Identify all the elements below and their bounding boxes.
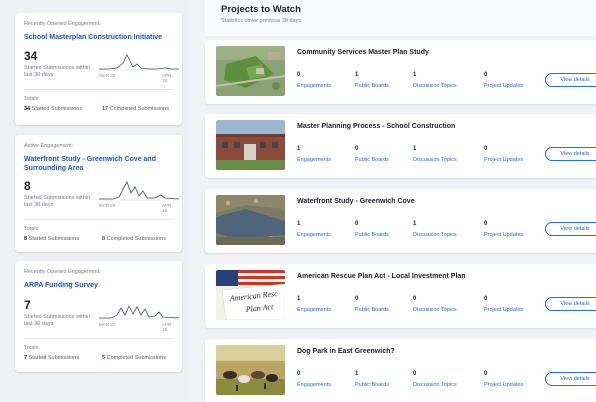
stat-engagements[interactable]: 1 Engagements	[297, 221, 331, 238]
totals-row: 7 Started Submissions 5 Completed Submis…	[24, 355, 173, 369]
sparkline-end-tick: APR 18	[162, 203, 172, 213]
school-building-image	[216, 120, 285, 170]
engagement-card[interactable]: Recently Opened Engagement: School Maste…	[15, 13, 182, 125]
engagement-card[interactable]: Recently Opened Engagement: ARPA Funding…	[15, 261, 182, 372]
metric-row: 7 Started Submissions within last 30 day…	[24, 298, 179, 338]
sparkline-chart	[99, 54, 179, 71]
project-thumbnail	[216, 195, 285, 245]
stat-project-updates[interactable]: 0 Project Updates	[484, 221, 523, 238]
stat-engagements[interactable]: 1 Engagements	[297, 296, 331, 313]
started-count-label: Started Submissions within last 30 days	[24, 195, 91, 208]
card-kicker: Active Engagement:	[24, 143, 74, 149]
stat-project-updates[interactable]: 0 Project Updates	[484, 72, 523, 89]
view-details-button[interactable]: View details	[545, 73, 596, 87]
view-details-button[interactable]: View details	[545, 372, 596, 386]
sparkline-end-tick: APR 18	[162, 73, 172, 83]
total-started-label: Started Submissions	[28, 236, 80, 242]
total-completed: 8	[102, 236, 106, 242]
stat-public-boards[interactable]: 0 Public Boards	[355, 296, 389, 313]
dog-park-image	[216, 345, 285, 395]
view-details-button[interactable]: View details	[545, 297, 596, 311]
page-title: Projects to Watch	[221, 4, 301, 15]
project-row[interactable]: Master Planning Process - School Constru…	[205, 114, 596, 178]
card-title-link[interactable]: Waterfront Study - Greenwich Cove and Su…	[24, 155, 173, 173]
total-started: 7	[24, 355, 28, 361]
project-title-link[interactable]: American Rescue Plan Act - Local Investm…	[297, 273, 466, 280]
projects-panel: Projects to Watch Statistics cover previ…	[190, 0, 596, 402]
total-started-label: Started Submissions	[31, 106, 83, 112]
project-title-link[interactable]: Community Services Master Plan Study	[297, 49, 429, 56]
card-title-link[interactable]: School Masterplan Construction Initiativ…	[24, 33, 173, 42]
sparkline-start-tick: MAR 20	[99, 73, 116, 78]
total-started: 34	[24, 106, 31, 112]
totals-label: Totals	[24, 345, 39, 351]
started-count: 7	[24, 298, 31, 312]
stat-engagements[interactable]: 0 Engagements	[297, 72, 331, 89]
project-thumbnail	[216, 46, 285, 96]
aerial-map-image	[216, 46, 285, 96]
page-subtitle: Statistics cover previous 30 days	[221, 18, 302, 24]
sparkline-end-tick: APR 18	[162, 322, 172, 332]
total-started-label: Started Submissions	[28, 355, 80, 361]
stat-public-boards[interactable]: 1 Public Boards	[355, 72, 389, 89]
metric-row: 34 Started Submissions within last 30 da…	[24, 49, 179, 89]
stat-discussion-topics[interactable]: 0 Discussion Topics	[413, 371, 457, 388]
stat-engagements[interactable]: 0 Engagements	[297, 371, 331, 388]
totals-label: Totals	[24, 226, 39, 232]
totals-row: 34 Started Submissions 17 Completed Subm…	[24, 106, 173, 120]
stat-project-updates[interactable]: 0 Project Updates	[484, 146, 523, 163]
started-count-label: Started Submissions within last 30 days	[24, 65, 91, 78]
project-thumbnail	[216, 120, 285, 170]
stat-discussion-topics[interactable]: 1 Discussion Topics	[413, 146, 457, 163]
project-row[interactable]: Community Services Master Plan Study 0 En…	[205, 40, 596, 104]
totals-label: Totals	[24, 96, 39, 102]
metric-row: 8 Started Submissions within last 30 day…	[24, 179, 179, 219]
divider	[24, 338, 173, 339]
card-kicker: Recently Opened Engagement:	[24, 21, 101, 27]
project-title-link[interactable]: Master Planning Process - School Constru…	[297, 123, 455, 130]
stat-discussion-topics[interactable]: 1 Discussion Topics	[413, 72, 457, 89]
project-title-link[interactable]: Dog Park in East Greenwich?	[297, 348, 395, 355]
total-completed-label: Completed Submissions	[106, 355, 166, 361]
projects-header: Projects to Watch Statistics cover previ…	[205, 0, 596, 36]
project-thumbnail: American Resc Plan Act	[216, 270, 285, 320]
started-count-label: Started Submissions within last 30 days	[24, 314, 91, 327]
stat-public-boards[interactable]: 0 Public Boards	[355, 221, 389, 238]
view-details-button[interactable]: View details	[545, 147, 596, 161]
arpa-flag-image: American Resc Plan Act	[216, 270, 285, 320]
stat-public-boards[interactable]: 1 Public Boards	[355, 371, 389, 388]
total-started: 8	[24, 236, 28, 242]
engagements-sidebar: Recently Opened Engagement: School Maste…	[0, 0, 190, 402]
card-kicker: Recently Opened Engagement:	[24, 269, 101, 275]
sparkline-start-tick: MAR 20	[99, 203, 116, 208]
project-row[interactable]: Dog Park in East Greenwich? 0 Engagements…	[205, 339, 596, 402]
sparkline-start-tick: MAR 20	[99, 322, 116, 327]
sparkline-chart	[99, 305, 179, 320]
project-title-link[interactable]: Waterfront Study - Greenwich Cove	[297, 198, 415, 205]
stat-project-updates[interactable]: 0 Project Updates	[484, 296, 523, 313]
started-count: 34	[24, 49, 38, 63]
stat-project-updates[interactable]: 0 Project Updates	[484, 371, 523, 388]
waterfront-aerial-image	[216, 195, 285, 245]
total-completed: 17	[102, 106, 109, 112]
total-completed: 5	[102, 355, 106, 361]
divider	[24, 219, 173, 220]
engagement-card[interactable]: Active Engagement: Waterfront Study - Gr…	[15, 135, 182, 252]
stat-discussion-topics[interactable]: 1 Discussion Topics	[413, 221, 457, 238]
card-title-link[interactable]: ARPA Funding Survey	[24, 281, 173, 290]
project-thumbnail	[216, 345, 285, 395]
totals-row: 8 Started Submissions 8 Completed Submis…	[24, 236, 173, 250]
stat-public-boards[interactable]: 0 Public Boards	[355, 146, 389, 163]
started-count: 8	[24, 179, 31, 193]
stat-engagements[interactable]: 1 Engagements	[297, 146, 331, 163]
sparkline-chart	[99, 181, 179, 201]
total-completed-label: Completed Submissions	[106, 236, 166, 242]
project-row[interactable]: Waterfront Study - Greenwich Cove 1 Engag…	[205, 189, 596, 253]
view-details-button[interactable]: View details	[545, 222, 596, 236]
stat-discussion-topics[interactable]: 0 Discussion Topics	[413, 296, 457, 313]
divider	[24, 89, 173, 90]
project-row[interactable]: American Resc Plan Act American Rescue P…	[205, 264, 596, 328]
total-completed-label: Completed Submissions	[109, 106, 169, 112]
